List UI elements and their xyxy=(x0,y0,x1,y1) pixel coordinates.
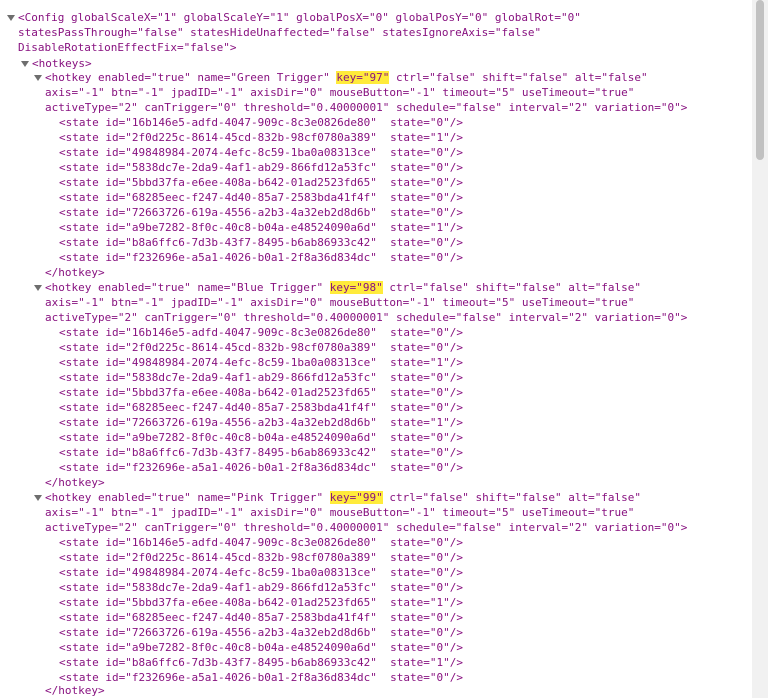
hotkeys-open-tag: <hotkeys> xyxy=(32,57,92,70)
state-line: <state id="a9be7282-8f0c-40c8-b04a-e4852… xyxy=(59,641,463,654)
hotkey-attrs: activeType="2" canTrigger="0" threshold=… xyxy=(45,521,688,534)
triangle-down-icon xyxy=(34,75,42,81)
state-line: <state id="b8a6ffc6-7d3b-43f7-8495-b6ab8… xyxy=(59,446,463,459)
config-open-tag-cont: statesPassThrough="false" statesHideUnaf… xyxy=(18,26,542,39)
state-line: <state id="b8a6ffc6-7d3b-43f7-8495-b6ab8… xyxy=(59,236,463,249)
state-line: <state id="f232696e-a5a1-4026-b0a1-2f8a3… xyxy=(59,671,463,684)
state-line: <state id="a9be7282-8f0c-40c8-b04a-e4852… xyxy=(59,221,463,234)
collapse-toggle-hotkey[interactable] xyxy=(33,492,43,504)
state-line: <state id="72663726-619a-4556-a2b3-4a32e… xyxy=(59,626,463,639)
state-line: <state id="5838dc7e-2da9-4af1-ab29-866fd… xyxy=(59,161,463,174)
collapse-toggle-hotkey[interactable] xyxy=(33,72,43,84)
hotkey-open-tag: <hotkey enabled="true" name="Blue Trigge… xyxy=(45,281,642,294)
hotkey-attrs: axis="-1" btn="-1" jpadID="-1" axisDir="… xyxy=(45,506,635,519)
state-line: <state id="2f0d225c-8614-45cd-832b-98cf0… xyxy=(59,551,463,564)
state-line: <state id="72663726-619a-4556-a2b3-4a32e… xyxy=(59,416,463,429)
state-line: <state id="72663726-619a-4556-a2b3-4a32e… xyxy=(59,206,463,219)
collapse-toggle-config[interactable] xyxy=(6,12,16,24)
scrollbar-thumb[interactable] xyxy=(756,0,764,160)
hotkey-close-tag: </hotkey> xyxy=(45,684,105,697)
state-line: <state id="5838dc7e-2da9-4af1-ab29-866fd… xyxy=(59,371,463,384)
triangle-down-icon xyxy=(21,61,29,67)
state-line: <state id="5bbd37fa-e6ee-408a-b642-01ad2… xyxy=(59,176,463,189)
key-attribute-highlight: key="99" xyxy=(329,491,383,504)
state-line: <state id="68285eec-f247-4d40-85a7-2583b… xyxy=(59,401,463,414)
key-attribute-highlight: key="98" xyxy=(329,281,383,294)
state-line: <state id="16b146e5-adfd-4047-909c-8c3e0… xyxy=(59,536,463,549)
state-line: <state id="5838dc7e-2da9-4af1-ab29-866fd… xyxy=(59,581,463,594)
triangle-down-icon xyxy=(34,495,42,501)
hotkey-attrs: activeType="2" canTrigger="0" threshold=… xyxy=(45,101,688,114)
state-line: <state id="68285eec-f247-4d40-85a7-2583b… xyxy=(59,611,463,624)
state-line: <state id="f232696e-a5a1-4026-b0a1-2f8a3… xyxy=(59,461,463,474)
hotkey-open-tag: <hotkey enabled="true" name="Pink Trigge… xyxy=(45,491,642,504)
state-line: <state id="16b146e5-adfd-4047-909c-8c3e0… xyxy=(59,326,463,339)
state-line: <state id="49848984-2074-4efc-8c59-1ba0a… xyxy=(59,146,463,159)
state-line: <state id="b8a6ffc6-7d3b-43f7-8495-b6ab8… xyxy=(59,656,463,669)
config-open-tag: <Config globalScaleX="1" globalScaleY="1… xyxy=(18,11,581,24)
state-line: <state id="16b146e5-adfd-4047-909c-8c3e0… xyxy=(59,116,463,129)
vertical-scrollbar[interactable] xyxy=(752,0,768,698)
collapse-toggle-hotkeys[interactable] xyxy=(20,58,30,70)
hotkey-attrs: axis="-1" btn="-1" jpadID="-1" axisDir="… xyxy=(45,296,635,309)
triangle-down-icon xyxy=(7,15,15,21)
hotkey-open-tag: <hotkey enabled="true" name="Green Trigg… xyxy=(45,71,648,84)
state-line: <state id="a9be7282-8f0c-40c8-b04a-e4852… xyxy=(59,431,463,444)
state-line: <state id="f232696e-a5a1-4026-b0a1-2f8a3… xyxy=(59,251,463,264)
state-line: <state id="49848984-2074-4efc-8c59-1ba0a… xyxy=(59,356,463,369)
state-line: <state id="5bbd37fa-e6ee-408a-b642-01ad2… xyxy=(59,596,463,609)
state-line: <state id="68285eec-f247-4d40-85a7-2583b… xyxy=(59,191,463,204)
key-attribute-highlight: key="97" xyxy=(336,71,390,84)
hotkey-close-tag: </hotkey> xyxy=(45,476,105,489)
state-line: <state id="5bbd37fa-e6ee-408a-b642-01ad2… xyxy=(59,386,463,399)
collapse-toggle-hotkey[interactable] xyxy=(33,282,43,294)
state-line: <state id="2f0d225c-8614-45cd-832b-98cf0… xyxy=(59,341,463,354)
hotkey-close-tag: </hotkey> xyxy=(45,266,105,279)
hotkey-attrs: activeType="2" canTrigger="0" threshold=… xyxy=(45,311,688,324)
config-open-tag-cont: DisableRotationEffectFix="false"> xyxy=(18,41,237,54)
state-line: <state id="49848984-2074-4efc-8c59-1ba0a… xyxy=(59,566,463,579)
state-line: <state id="2f0d225c-8614-45cd-832b-98cf0… xyxy=(59,131,463,144)
hotkey-attrs: axis="-1" btn="-1" jpadID="-1" axisDir="… xyxy=(45,86,635,99)
xml-viewer: <Config globalScaleX="1" globalScaleY="1… xyxy=(0,0,752,698)
triangle-down-icon xyxy=(34,285,42,291)
